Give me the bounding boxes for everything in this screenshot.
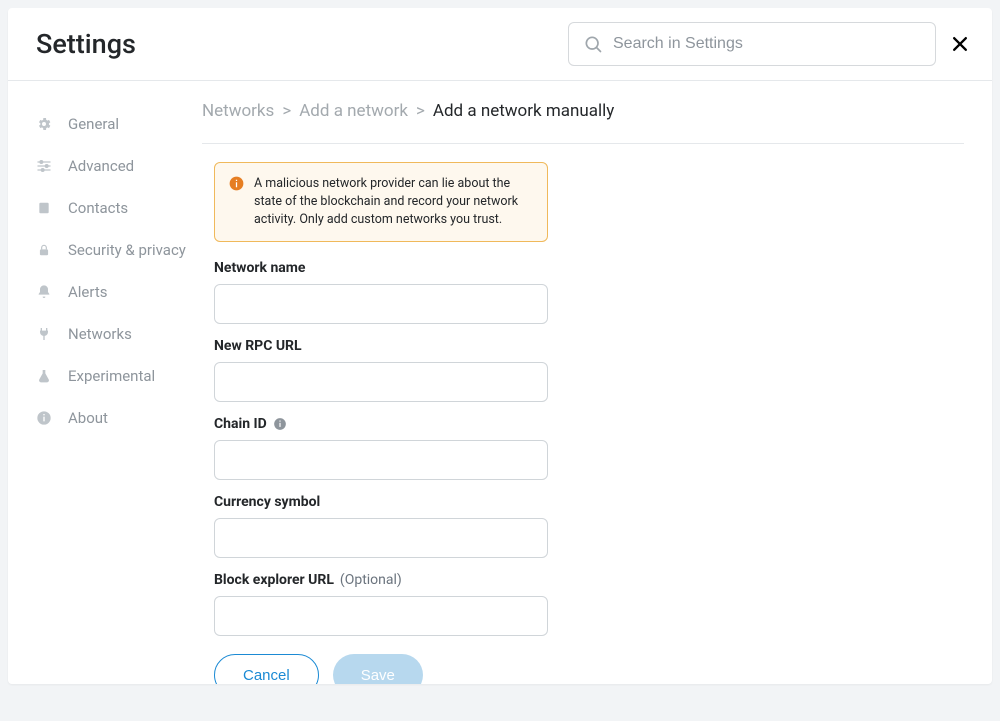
sliders-icon: [36, 158, 52, 174]
page-title: Settings: [36, 28, 136, 60]
breadcrumb-current: Add a network manually: [433, 101, 614, 121]
currency-symbol-input[interactable]: [214, 518, 548, 558]
breadcrumb: Networks > Add a network > Add a network…: [202, 101, 964, 121]
rpc-url-input[interactable]: [214, 362, 548, 402]
cancel-button[interactable]: Cancel: [214, 654, 319, 684]
network-name-label: Network name: [214, 260, 548, 276]
settings-header: Settings: [8, 8, 992, 81]
warning-info-icon: [229, 176, 244, 191]
search-wrap[interactable]: [568, 22, 936, 66]
flask-icon: [36, 368, 52, 384]
main-content: Networks > Add a network > Add a network…: [198, 81, 992, 684]
network-name-input[interactable]: [214, 284, 548, 324]
sidebar-item-contacts[interactable]: Contacts: [34, 187, 198, 229]
section-divider: [202, 143, 964, 144]
sidebar-item-label: General: [68, 115, 119, 133]
sidebar-item-label: Contacts: [68, 199, 128, 217]
info-icon: [36, 410, 52, 426]
chain-id-label: Chain ID: [214, 416, 267, 432]
sidebar-item-label: About: [68, 409, 108, 427]
plug-icon: [36, 326, 52, 342]
sidebar-item-label: Security & privacy: [68, 241, 186, 259]
sidebar-item-label: Advanced: [68, 157, 134, 175]
sidebar-item-general[interactable]: General: [34, 103, 198, 145]
save-button[interactable]: Save: [333, 654, 423, 684]
sidebar-item-advanced[interactable]: Advanced: [34, 145, 198, 187]
info-icon: [273, 417, 287, 431]
contacts-icon: [37, 200, 51, 216]
search-input[interactable]: [613, 35, 921, 53]
rpc-url-label: New RPC URL: [214, 338, 548, 354]
sidebar-item-label: Experimental: [68, 367, 155, 385]
breadcrumb-separator: >: [282, 101, 291, 121]
breadcrumb-separator: >: [416, 101, 425, 121]
close-icon: [950, 34, 970, 54]
optional-suffix: (Optional): [340, 572, 402, 588]
settings-sidebar: General Advanced Contacts Security & pri…: [8, 81, 198, 684]
chain-id-info-button[interactable]: [273, 417, 287, 431]
lock-icon: [37, 242, 51, 258]
sidebar-item-about[interactable]: About: [34, 397, 198, 439]
sidebar-item-label: Networks: [68, 325, 132, 343]
sidebar-item-experimental[interactable]: Experimental: [34, 355, 198, 397]
block-explorer-input[interactable]: [214, 596, 548, 636]
bell-icon: [36, 284, 52, 300]
sidebar-item-security[interactable]: Security & privacy: [34, 229, 198, 271]
sidebar-item-networks[interactable]: Networks: [34, 313, 198, 355]
currency-symbol-label: Currency symbol: [214, 494, 548, 510]
close-button[interactable]: [950, 34, 970, 54]
breadcrumb-add-network[interactable]: Add a network: [299, 101, 408, 121]
chain-id-input[interactable]: [214, 440, 548, 480]
gear-icon: [36, 116, 52, 132]
warning-text: A malicious network provider can lie abo…: [254, 175, 531, 229]
search-icon: [583, 34, 603, 54]
block-explorer-label: Block explorer URL: [214, 572, 334, 588]
sidebar-item-alerts[interactable]: Alerts: [34, 271, 198, 313]
sidebar-item-label: Alerts: [68, 283, 108, 301]
warning-banner: A malicious network provider can lie abo…: [214, 162, 548, 242]
breadcrumb-networks[interactable]: Networks: [202, 101, 274, 121]
